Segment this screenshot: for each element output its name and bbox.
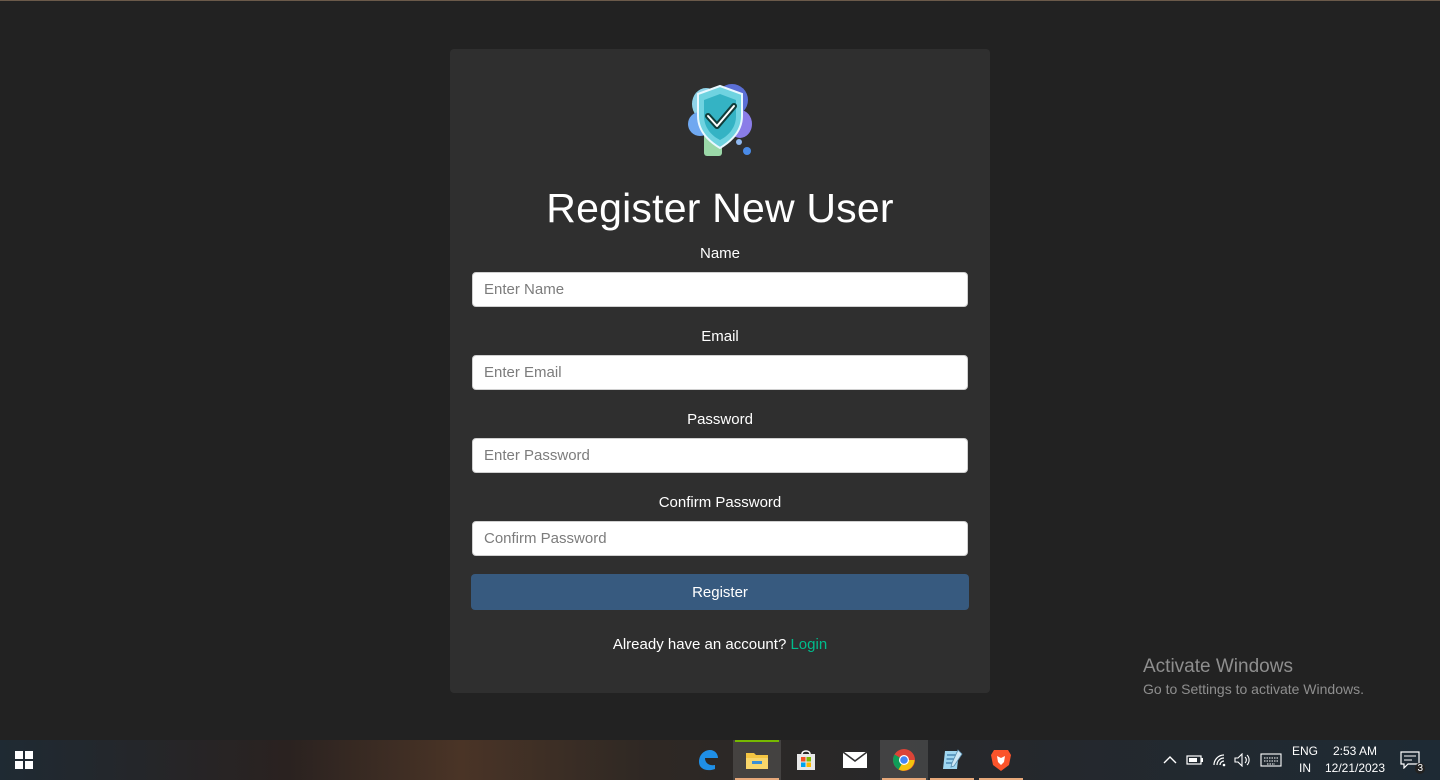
- shield-check-logo-icon: [688, 84, 752, 156]
- taskbar-notepad[interactable]: [928, 740, 976, 780]
- taskbar-store[interactable]: [782, 740, 830, 780]
- watermark-title: Activate Windows: [1143, 656, 1293, 677]
- activate-windows-watermark: Activate Windows Go to Settings to activ…: [1143, 656, 1364, 697]
- show-hidden-icons-chevron-up-icon[interactable]: [1160, 750, 1180, 770]
- clock-time: 2:53 AM: [1332, 744, 1378, 758]
- store-icon: [797, 750, 815, 770]
- password-input[interactable]: [472, 438, 968, 473]
- confirm-password-label: Confirm Password: [658, 494, 782, 511]
- mail-icon: [842, 751, 868, 768]
- notification-center-button[interactable]: 3: [1397, 750, 1425, 774]
- taskbar: ENG IN 2:53 AM 12/21/2023 3: [0, 740, 1440, 780]
- register-card: Register New User Name Email Password Co…: [450, 49, 990, 693]
- battery-icon[interactable]: [1185, 750, 1205, 770]
- window-top-border: [0, 0, 1440, 1]
- password-label: Password: [687, 411, 753, 428]
- name-input[interactable]: [472, 272, 968, 307]
- login-prompt: Already have an account? Login: [450, 636, 990, 653]
- email-label: Email: [701, 328, 739, 345]
- taskbar-brave[interactable]: [977, 740, 1025, 780]
- taskbar-edge[interactable]: [684, 740, 732, 780]
- edge-icon: [699, 750, 718, 771]
- clock[interactable]: 2:53 AM 12/21/2023: [1322, 743, 1388, 777]
- start-icon: [15, 751, 33, 769]
- name-label: Name: [699, 245, 740, 262]
- taskbar-file-explorer[interactable]: [733, 740, 781, 780]
- file-explorer-icon: [746, 753, 768, 769]
- taskbar-chrome[interactable]: [880, 740, 928, 780]
- confirm-password-input[interactable]: [472, 521, 968, 556]
- start-button[interactable]: [0, 740, 48, 780]
- email-input[interactable]: [472, 355, 968, 390]
- keyboard-icon[interactable]: [1259, 750, 1283, 770]
- chrome-icon: [893, 749, 915, 771]
- clock-date: 12/21/2023: [1324, 761, 1386, 775]
- volume-icon[interactable]: [1233, 750, 1253, 770]
- brave-icon: [991, 750, 1011, 771]
- login-link[interactable]: Login: [790, 636, 827, 653]
- taskbar-mail[interactable]: [831, 740, 879, 780]
- notification-count-badge: 3: [1415, 763, 1425, 774]
- language-code: ENG: [1291, 744, 1318, 758]
- input-language[interactable]: ENG IN: [1290, 743, 1320, 777]
- network-icon[interactable]: [1210, 750, 1230, 770]
- notepad-icon: [943, 749, 963, 769]
- region-code: IN: [1299, 761, 1311, 775]
- register-button[interactable]: Register: [471, 574, 969, 610]
- active-indicator: [735, 740, 779, 742]
- login-prompt-text: Already have an account?: [612, 636, 787, 653]
- page-title: Register New User: [546, 185, 894, 231]
- watermark-subtitle: Go to Settings to activate Windows.: [1143, 681, 1364, 697]
